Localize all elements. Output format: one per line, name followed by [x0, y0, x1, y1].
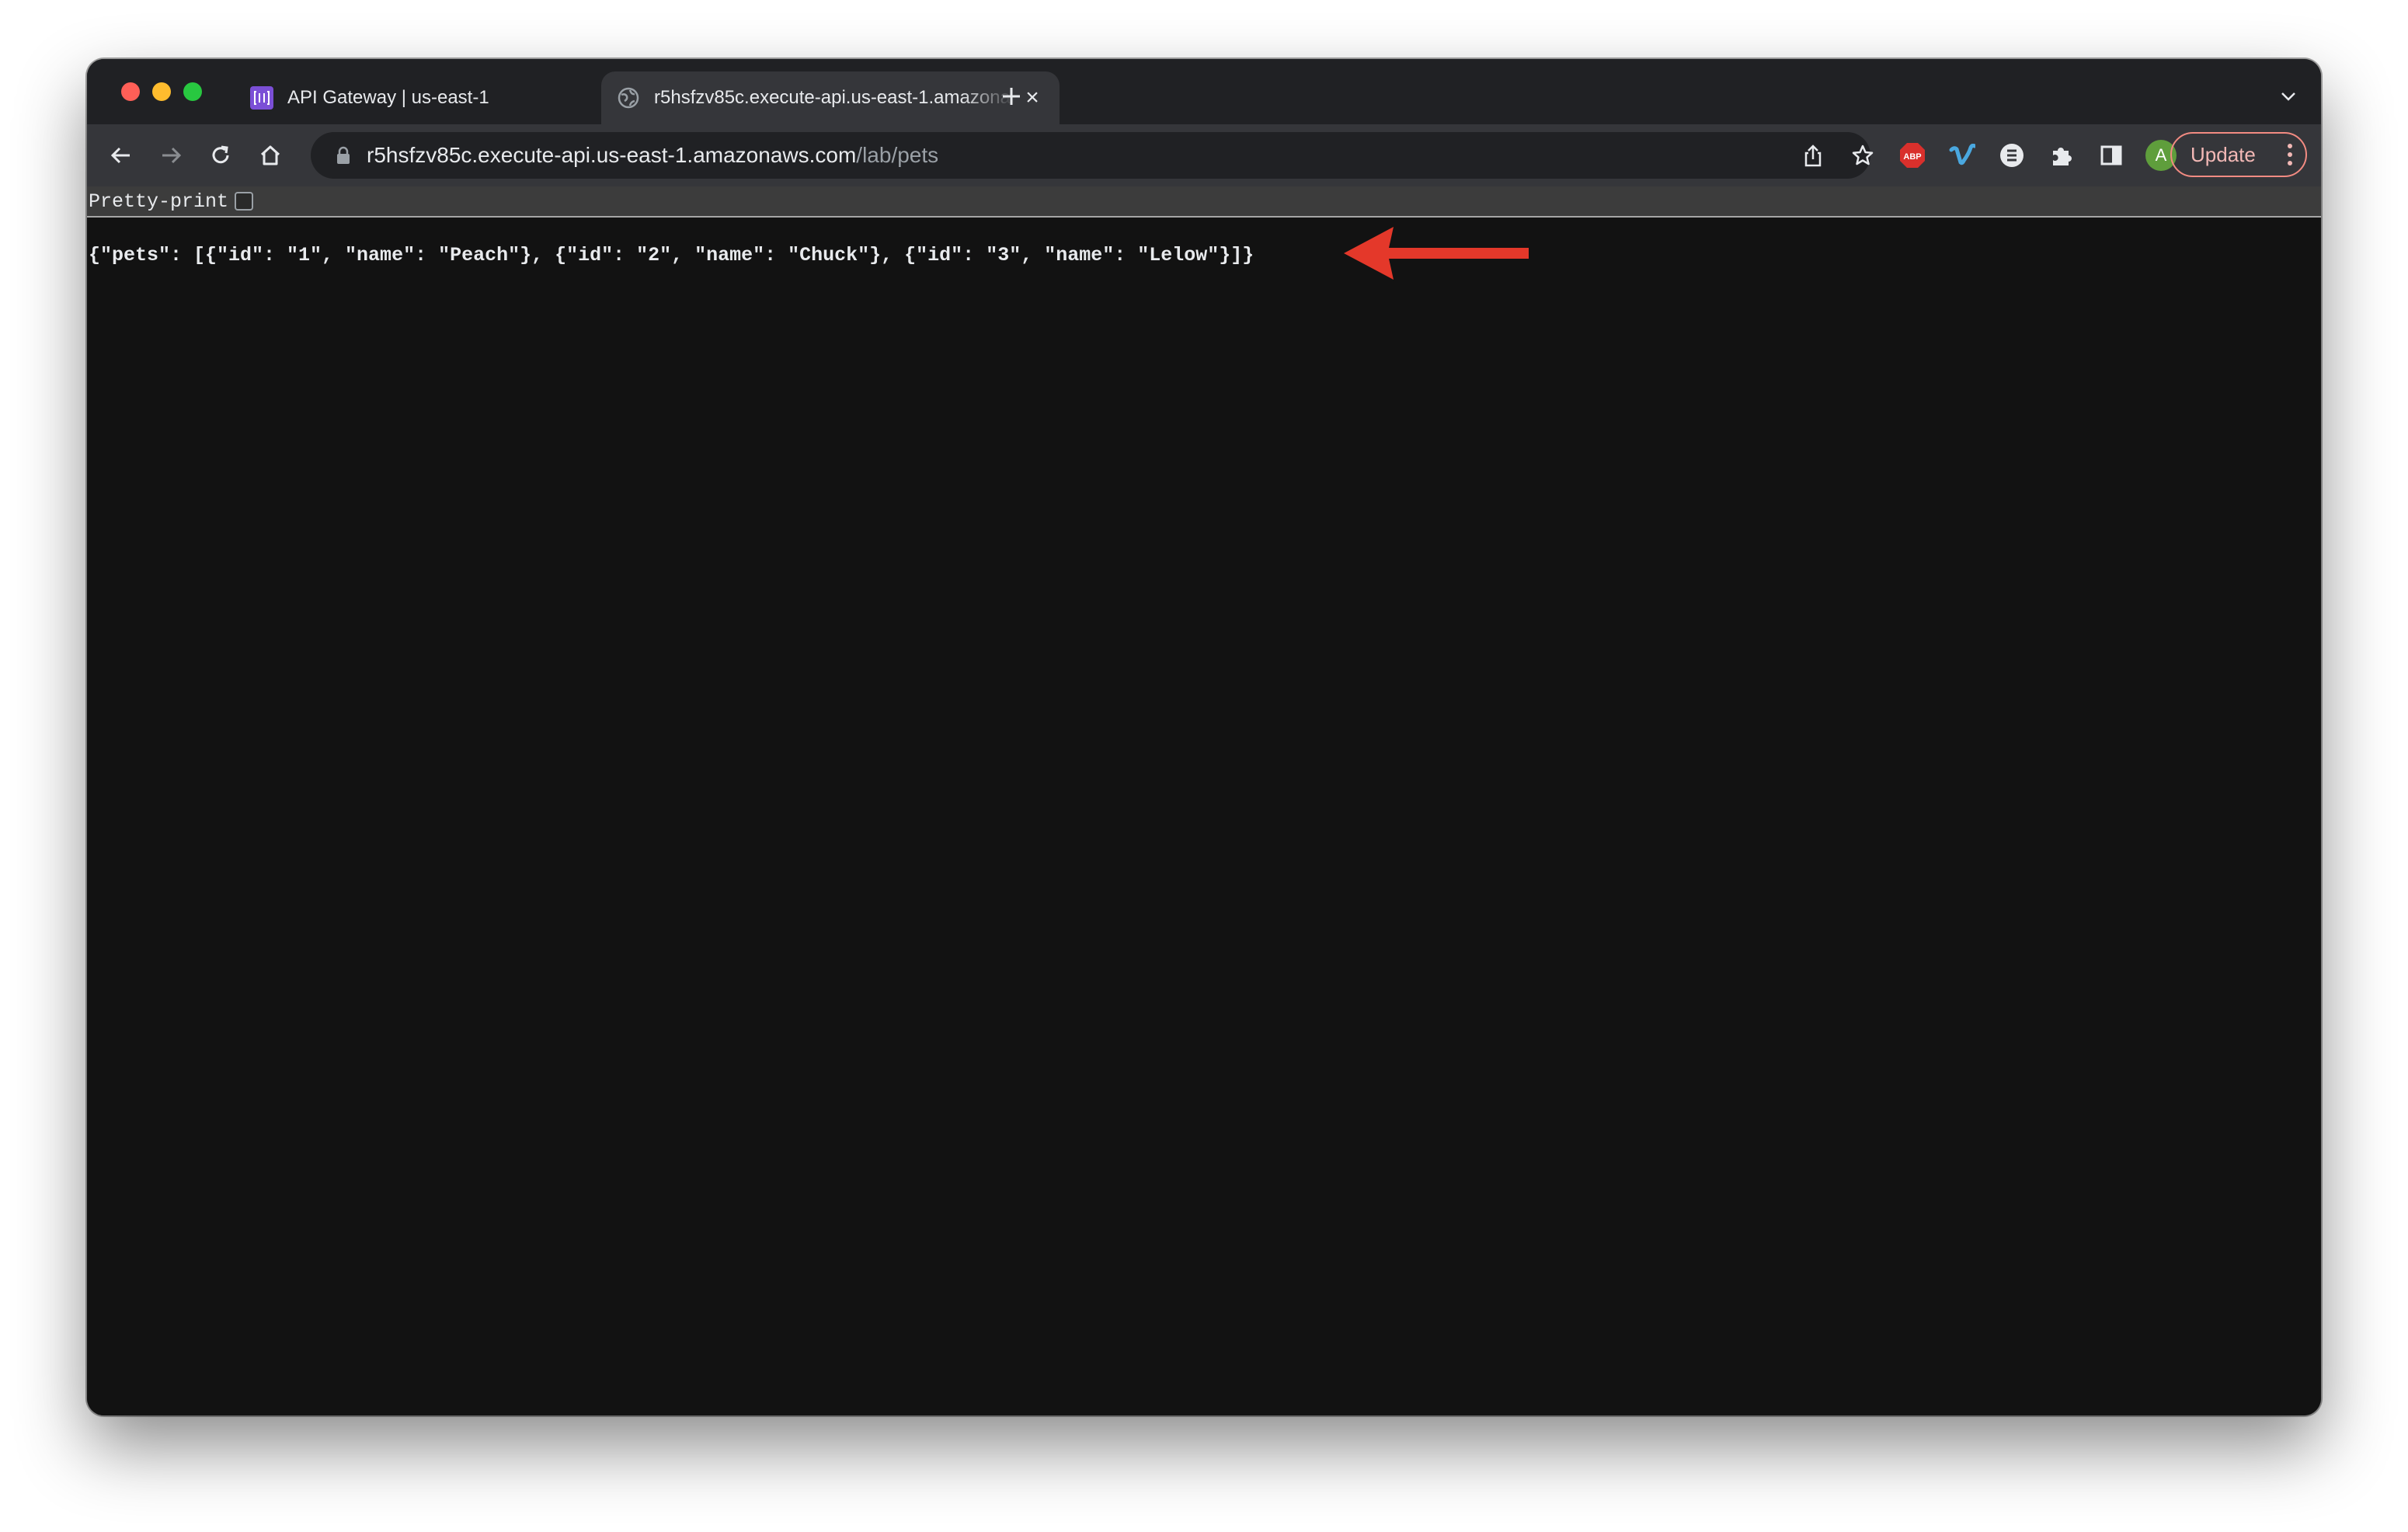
tab-strip: API Gateway | us-east-1 × r5hsfzv85c.exe… [87, 59, 2321, 124]
browser-window: API Gateway | us-east-1 × r5hsfzv85c.exe… [87, 59, 2321, 1415]
back-arrow-icon [110, 147, 130, 164]
close-window-button[interactable] [121, 82, 140, 101]
home-icon [260, 145, 280, 165]
extension-circle-icon[interactable] [1996, 140, 2027, 171]
reload-button[interactable] [205, 140, 236, 171]
forward-button[interactable] [155, 140, 186, 171]
minimize-window-button[interactable] [152, 82, 171, 101]
update-button[interactable]: Update [2170, 132, 2307, 177]
tab-search-button[interactable] [2276, 84, 2301, 109]
update-label: Update [2191, 142, 2256, 166]
reload-icon [212, 145, 229, 164]
pretty-print-checkbox[interactable] [235, 192, 254, 211]
share-icon[interactable] [1801, 143, 1825, 168]
browser-toolbar: r5hsfzv85c.execute-api.us-east-1.amazona… [87, 124, 2321, 186]
tab-pets-endpoint[interactable]: r5hsfzv85c.execute-api.us-east-1.amazona… [601, 71, 1060, 124]
tab-title: r5hsfzv85c.execute-api.us-east-1.amazona… [654, 87, 1014, 108]
extensions-puzzle-icon[interactable] [2046, 140, 2077, 171]
tab-title: API Gateway | us-east-1 [287, 87, 489, 108]
annotation-arrow [1344, 227, 1529, 280]
pretty-print-label: Pretty-print [89, 190, 229, 213]
new-tab-button[interactable] [996, 81, 1027, 112]
chevron-down-icon [2281, 92, 2295, 101]
more-vertical-icon [2288, 144, 2292, 165]
url-path: /lab/pets [856, 143, 939, 167]
side-panel-icon[interactable] [2096, 140, 2127, 171]
url-text[interactable]: r5hsfzv85c.execute-api.us-east-1.amazona… [367, 143, 938, 168]
lock-icon[interactable] [332, 144, 354, 166]
svg-text:ABP: ABP [1903, 152, 1921, 162]
plus-icon [1003, 88, 1020, 105]
adblock-plus-icon[interactable]: ABP [1897, 140, 1928, 171]
bookmark-star-icon[interactable] [1850, 143, 1875, 168]
json-response-text: {"pets": [{"id": "1", "name": "Peach"}, … [89, 244, 1254, 266]
url-host: r5hsfzv85c.execute-api.us-east-1.amazona… [367, 143, 857, 167]
page-content: Pretty-print {"pets": [{"id": "1", "name… [87, 186, 2321, 1415]
vimeo-icon[interactable] [1947, 140, 1978, 171]
api-gateway-icon [250, 86, 273, 110]
zoom-window-button[interactable] [183, 82, 202, 101]
address-bar[interactable]: r5hsfzv85c.execute-api.us-east-1.amazona… [311, 132, 1874, 179]
forward-arrow-icon [162, 147, 182, 164]
home-button[interactable] [255, 140, 286, 171]
pretty-print-bar: Pretty-print [87, 186, 2321, 218]
back-button[interactable] [106, 140, 137, 171]
globe-icon [617, 86, 640, 110]
